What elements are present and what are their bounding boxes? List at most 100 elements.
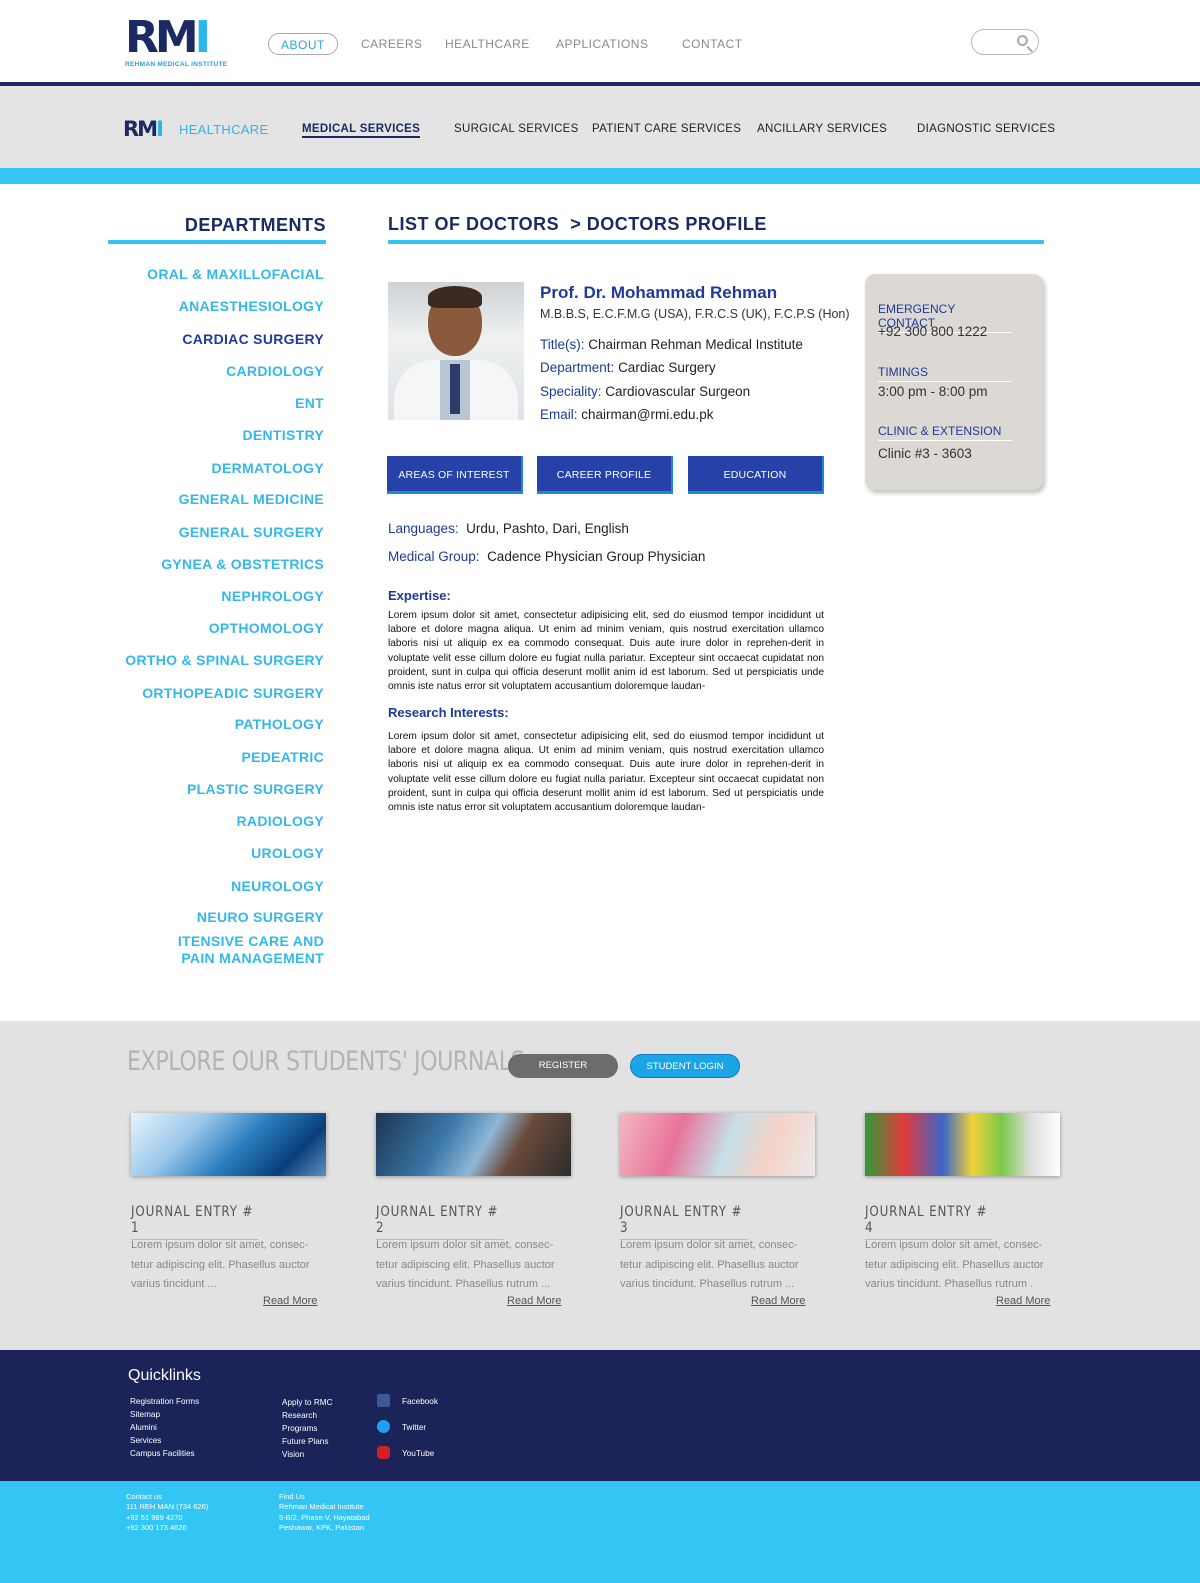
doctor-department-row: Department: Cardiac Surgery bbox=[540, 360, 716, 375]
clinic-label: CLINIC & EXTENSION bbox=[878, 424, 1012, 441]
student-login-button[interactable]: STUDENT LOGIN bbox=[630, 1054, 740, 1078]
journal-1-read-more[interactable]: Read More bbox=[263, 1295, 317, 1307]
career-profile-button[interactable]: CAREER PROFILE bbox=[537, 456, 673, 494]
doctor-name: Prof. Dr. Mohammad Rehman bbox=[540, 283, 778, 302]
youtube-icon[interactable] bbox=[377, 1446, 390, 1459]
doctor-title-row: Title(s): Chairman Rehman Medical Instit… bbox=[540, 337, 803, 352]
nav-healthcare[interactable]: HEALTHCARE bbox=[445, 33, 530, 55]
twitter-icon[interactable] bbox=[377, 1420, 390, 1433]
facebook-icon[interactable] bbox=[377, 1394, 390, 1407]
journal-3-image[interactable] bbox=[620, 1113, 815, 1176]
expertise-heading: Expertise: bbox=[388, 588, 451, 603]
link-future-plans[interactable]: Future Plans bbox=[282, 1435, 333, 1448]
breadcrumb: LIST OF DOCTORS > DOCTORS PROFILE bbox=[388, 214, 767, 235]
healthcare-logo[interactable]: RMI bbox=[123, 118, 164, 140]
breadcrumb-list-of-doctors[interactable]: LIST OF DOCTORS bbox=[388, 214, 559, 234]
journal-2-excerpt: Lorem ipsum dolor sit amet, consec-tetur… bbox=[376, 1239, 555, 1290]
clinic-value: Clinic #3 - 3603 bbox=[878, 446, 972, 461]
dept-opthomology[interactable]: OPTHOMOLOGY bbox=[110, 620, 324, 636]
dept-dermatology[interactable]: DERMATOLOGY bbox=[110, 460, 324, 476]
logo-subtitle: REHMAN MEDICAL INSTITUTE bbox=[125, 61, 228, 68]
dept-anaesthesiology[interactable]: ANAESTHESIOLOGY bbox=[110, 298, 324, 314]
dept-general-medicine[interactable]: GENERAL MEDICINE bbox=[110, 491, 324, 507]
link-registration-forms[interactable]: Registration Forms bbox=[130, 1395, 199, 1408]
dept-radiology[interactable]: RADIOLOGY bbox=[110, 813, 324, 829]
nav-about[interactable]: ABOUT bbox=[268, 33, 338, 55]
dept-ent[interactable]: ENT bbox=[110, 395, 324, 411]
doctor-photo bbox=[388, 282, 524, 420]
education-button[interactable]: EDUCATION bbox=[688, 456, 824, 494]
journal-4-title[interactable]: JOURNAL ENTRY # 4 bbox=[865, 1204, 993, 1240]
quicklinks-title: Quicklinks bbox=[128, 1367, 201, 1384]
search-icon[interactable] bbox=[1017, 35, 1028, 46]
journal-2-read-more[interactable]: Read More bbox=[507, 1295, 561, 1307]
journal-1-image[interactable] bbox=[131, 1113, 326, 1176]
link-vision[interactable]: Vision bbox=[282, 1448, 333, 1461]
link-alumini[interactable]: Alumini bbox=[130, 1421, 199, 1434]
journal-4-read-more[interactable]: Read More bbox=[996, 1295, 1050, 1307]
healthcare-label: HEALTHCARE bbox=[179, 122, 269, 137]
register-button[interactable]: REGISTER bbox=[508, 1054, 618, 1078]
journal-2-image[interactable] bbox=[376, 1113, 571, 1176]
footer-links-col1: Registration Forms Sitemap Alumini Servi… bbox=[130, 1395, 199, 1460]
nav-careers[interactable]: CAREERS bbox=[361, 33, 423, 55]
timings-value: 3:00 pm - 8:00 pm bbox=[878, 384, 988, 399]
dept-cardiology[interactable]: CARDIOLOGY bbox=[110, 363, 324, 379]
journal-3-excerpt: Lorem ipsum dolor sit amet, consec-tetur… bbox=[620, 1239, 799, 1290]
departments-title: DEPARTMENTS bbox=[184, 215, 326, 235]
dept-dentistry[interactable]: DENTISTRY bbox=[110, 427, 324, 443]
journal-1-excerpt: Lorem ipsum dolor sit amet, consec-tetur… bbox=[131, 1239, 310, 1290]
footer-links-col2: Apply to RMC Research Programs Future Pl… bbox=[282, 1396, 333, 1461]
subnav-medical-services[interactable]: MEDICAL SERVICES bbox=[302, 123, 421, 138]
dept-intensive-care-line2[interactable]: PAIN MANAGEMENT bbox=[110, 950, 324, 966]
nav-applications[interactable]: APPLICATIONS bbox=[556, 33, 648, 55]
dept-ortho-spinal-surgery[interactable]: ORTHO & SPINAL SURGERY bbox=[110, 652, 324, 668]
dept-neuro-surgery[interactable]: NEURO SURGERY bbox=[110, 909, 324, 925]
journal-3-read-more[interactable]: Read More bbox=[751, 1295, 805, 1307]
link-services[interactable]: Services bbox=[130, 1434, 199, 1447]
dept-nephrology[interactable]: NEPHROLOGY bbox=[110, 588, 324, 604]
link-research[interactable]: Research bbox=[282, 1409, 333, 1422]
breadcrumb-current: > DOCTORS PROFILE bbox=[570, 214, 767, 234]
link-sitemap[interactable]: Sitemap bbox=[130, 1408, 199, 1421]
subnav-surgical-services[interactable]: SURGICAL SERVICES bbox=[454, 123, 579, 135]
dept-general-surgery[interactable]: GENERAL SURGERY bbox=[110, 524, 324, 540]
dept-neurology[interactable]: NEUROLOGY bbox=[110, 878, 324, 894]
link-programs[interactable]: Programs bbox=[282, 1422, 333, 1435]
nav-contact[interactable]: CONTACT bbox=[682, 33, 743, 55]
main-divider bbox=[388, 240, 1044, 244]
link-youtube[interactable]: YouTube bbox=[402, 1447, 434, 1460]
dept-pedeatric[interactable]: PEDEATRIC bbox=[110, 749, 324, 765]
dept-oral-maxillofacial[interactable]: ORAL & MAXILLOFACIAL bbox=[110, 266, 324, 282]
contact-us-block: Contact us 111 REH MAN (734 626) +92 51 … bbox=[126, 1492, 209, 1532]
search-input[interactable] bbox=[971, 29, 1039, 55]
timings-label: TIMINGS bbox=[878, 365, 1012, 382]
journal-1-title[interactable]: JOURNAL ENTRY # 1 bbox=[131, 1204, 259, 1240]
dept-pathology[interactable]: PATHOLOGY bbox=[110, 716, 324, 732]
subnav-patient-care-services[interactable]: PATIENT CARE SERVICES bbox=[592, 123, 741, 135]
departments-divider bbox=[108, 240, 326, 244]
journals-title: EXPLORE OUR STUDENTS' JOURNALS bbox=[127, 1046, 525, 1077]
journal-3-title[interactable]: JOURNAL ENTRY # 3 bbox=[620, 1204, 748, 1240]
subnav-ancillary-services[interactable]: ANCILLARY SERVICES bbox=[757, 123, 887, 135]
dept-urology[interactable]: UROLOGY bbox=[110, 845, 324, 861]
dept-orthopeadic-surgery[interactable]: ORTHOPEADIC SURGERY bbox=[110, 685, 324, 701]
areas-of-interest-button[interactable]: AREAS OF INTEREST bbox=[387, 456, 523, 494]
link-facebook[interactable]: Facebook bbox=[402, 1395, 438, 1408]
doctor-email-link[interactable]: chairman@rmi.edu.pk bbox=[581, 407, 713, 422]
expertise-text: Lorem ipsum dolor sit amet, consectetur … bbox=[388, 610, 824, 693]
link-campus-facilities[interactable]: Campus Facilities bbox=[130, 1447, 199, 1460]
link-twitter[interactable]: Twitter bbox=[402, 1421, 426, 1434]
dept-plastic-surgery[interactable]: PLASTIC SURGERY bbox=[110, 781, 324, 797]
emergency-contact-value: +92 300 800 1222 bbox=[878, 324, 988, 339]
dept-gynea-obstetrics[interactable]: GYNEA & OBSTETRICS bbox=[110, 556, 324, 572]
rmi-logo[interactable]: RMI bbox=[125, 16, 211, 60]
journal-2-title[interactable]: JOURNAL ENTRY # 2 bbox=[376, 1204, 504, 1240]
link-apply-to-rmc[interactable]: Apply to RMC bbox=[282, 1396, 333, 1409]
dept-cardiac-surgery[interactable]: CARDIAC SURGERY bbox=[110, 331, 324, 347]
research-text: Lorem ipsum dolor sit amet, consectetur … bbox=[388, 731, 824, 814]
subnav-diagnostic-services[interactable]: DIAGNOSTIC SERVICES bbox=[917, 123, 1055, 135]
languages-row: Languages: Urdu, Pashto, Dari, English bbox=[388, 521, 629, 536]
dept-intensive-care-line1[interactable]: ITENSIVE CARE AND bbox=[110, 933, 324, 949]
journal-4-image[interactable] bbox=[865, 1113, 1060, 1176]
